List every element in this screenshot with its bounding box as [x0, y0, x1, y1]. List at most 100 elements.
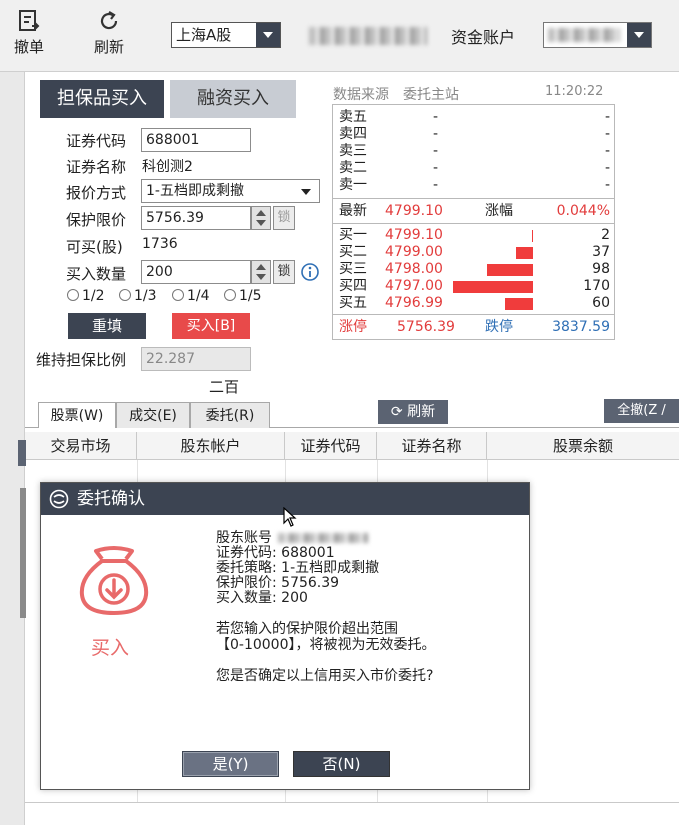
buyable-label: 可买(股) — [66, 238, 123, 256]
reset-button[interactable]: 重填 — [68, 313, 146, 339]
quote-type-value: 1-五档即成剩撤 — [146, 183, 244, 199]
dialog-account-redacted — [278, 533, 369, 543]
level-price: 4799.10 — [385, 227, 443, 243]
quantity-stepper[interactable] — [251, 260, 271, 284]
confirm-yes-button[interactable]: 是(Y) — [182, 751, 279, 777]
limit-price-input[interactable]: 5756.39 — [141, 206, 251, 230]
tab-stocks[interactable]: 股票(W) — [38, 402, 116, 428]
dialog-line: 买入数量: 200 — [216, 590, 308, 606]
bid-level-row[interactable]: 买一 4799.10 2 — [333, 227, 616, 244]
level-price: 4798.00 — [385, 261, 443, 277]
level-label: 卖一 — [339, 177, 367, 193]
fraction-radio-third[interactable]: 1/3 — [119, 288, 157, 304]
divider — [333, 314, 614, 315]
fraction-radio-fifth[interactable]: 1/5 — [224, 288, 262, 304]
dialog-line: 证券代码: 688001 — [216, 545, 335, 561]
column-header-name[interactable]: 证券名称 — [377, 432, 487, 460]
change-value: 0.044% — [556, 203, 610, 219]
divider — [333, 198, 614, 199]
data-source-label: 数据来源 — [333, 87, 389, 103]
column-header-account[interactable]: 股东帐户 — [137, 432, 285, 460]
refresh-icon: ⟳ — [390, 404, 403, 420]
table-refresh-label: 刷新 — [407, 404, 436, 420]
market-select-value: 上海A股 — [176, 26, 232, 44]
tab-trades[interactable]: 成交(E) — [116, 402, 190, 428]
limit-price-lock-button[interactable]: 锁 — [273, 206, 295, 230]
bid-level-row[interactable]: 买二 4799.00 37 — [333, 244, 616, 261]
cancel-order-button[interactable]: 撤单 — [4, 8, 54, 57]
quantity-lock-button[interactable]: 锁 — [273, 260, 295, 284]
ask-level-row[interactable]: 卖一 - - — [333, 177, 616, 194]
cancel-all-button[interactable]: 全撤(Z / — [604, 399, 679, 423]
column-header-market[interactable]: 交易市场 — [25, 432, 137, 460]
code-input[interactable]: 688001 — [141, 128, 251, 152]
volume-bar — [505, 298, 533, 310]
ask-level-row[interactable]: 卖三 - - — [333, 143, 616, 160]
maintenance-ratio-label: 维持担保比例 — [36, 351, 127, 369]
fraction-label: 1/2 — [82, 288, 105, 304]
confirm-no-button[interactable]: 否(N) — [293, 751, 390, 777]
level-label: 买一 — [339, 227, 367, 243]
change-label: 涨幅 — [485, 203, 513, 219]
side-collapse-handle[interactable] — [20, 488, 26, 618]
level-volume: - — [604, 177, 610, 193]
order-book: 卖五 - - 卖四 - - 卖三 - - 卖二 - - 卖一 - - 最新 4799.10 涨幅 0.044… — [332, 104, 615, 340]
limit-down-label: 跌停 — [485, 319, 513, 335]
level-volume: 60 — [592, 295, 610, 311]
fraction-radio-half[interactable]: 1/2 — [67, 288, 105, 304]
buy-button[interactable]: 买入[B] — [172, 313, 250, 339]
refresh-label: 刷新 — [93, 38, 124, 56]
dialog-question: 您是否确定以上信用买入市价委托? — [216, 668, 434, 684]
radio-circle — [67, 289, 79, 301]
limit-price-stepper[interactable] — [251, 206, 271, 230]
level-price: - — [433, 109, 439, 125]
data-source-value: 委托主站 — [403, 87, 459, 103]
divider — [333, 223, 614, 224]
side-scroll-marker[interactable] — [18, 440, 26, 466]
chevron-down-icon — [627, 23, 651, 47]
level-label: 买五 — [339, 295, 367, 311]
ask-level-row[interactable]: 卖四 - - — [333, 126, 616, 143]
quantity-input[interactable]: 200 — [141, 260, 251, 284]
column-header-balance[interactable]: 股票余额 — [487, 432, 679, 460]
bid-level-row[interactable]: 买四 4797.00 170 — [333, 278, 616, 295]
ask-level-row[interactable]: 卖五 - - — [333, 109, 616, 126]
fraction-label: 1/4 — [187, 288, 210, 304]
limit-up-label: 涨停 — [339, 319, 367, 335]
radio-circle — [224, 289, 236, 301]
quote-type-select[interactable]: 1-五档即成剩撤 — [141, 179, 320, 203]
tab-orders[interactable]: 委托(R) — [190, 402, 270, 428]
dialog-warning-line: 【0-10000】，将被视为无效委托。 — [216, 637, 436, 653]
name-value: 科创测2 — [142, 159, 193, 175]
bid-level-row[interactable]: 买三 4798.00 98 — [333, 261, 616, 278]
tab-margin-buy[interactable]: 融资买入 — [170, 80, 296, 118]
level-label: 卖二 — [339, 160, 367, 176]
quantity-hint: 二百 — [209, 378, 240, 396]
tab-collateral-buy[interactable]: 担保品买入 — [40, 80, 164, 118]
info-icon[interactable] — [300, 262, 320, 282]
level-price: - — [433, 143, 439, 159]
ask-level-row[interactable]: 卖二 - - — [333, 160, 616, 177]
bid-level-row[interactable]: 买五 4796.99 60 — [333, 295, 616, 312]
refresh-button[interactable]: 刷新 — [84, 8, 134, 57]
dialog-line-label: 股东账号 — [216, 530, 272, 546]
fund-account-select[interactable] — [543, 22, 652, 48]
level-volume: - — [604, 143, 610, 159]
dialog-line: 保护限价: 5756.39 — [216, 575, 340, 591]
last-price-label: 最新 — [339, 203, 367, 219]
level-label: 买三 — [339, 261, 367, 277]
level-label: 卖五 — [339, 109, 367, 125]
level-volume: - — [604, 109, 610, 125]
fraction-radio-quarter[interactable]: 1/4 — [172, 288, 210, 304]
table-refresh-button[interactable]: ⟳ 刷新 — [378, 400, 448, 424]
dialog-icon-label: 买入 — [91, 637, 130, 659]
quantity-label: 买入数量 — [66, 265, 127, 283]
mouse-cursor-icon — [283, 507, 297, 527]
volume-bar — [487, 264, 533, 276]
column-header-code[interactable]: 证券代码 — [285, 432, 377, 460]
chevron-down-icon — [256, 23, 280, 47]
fraction-label: 1/5 — [239, 288, 262, 304]
market-select[interactable]: 上海A股 — [171, 22, 281, 48]
volume-bar — [532, 230, 533, 242]
money-bag-icon — [79, 546, 149, 615]
